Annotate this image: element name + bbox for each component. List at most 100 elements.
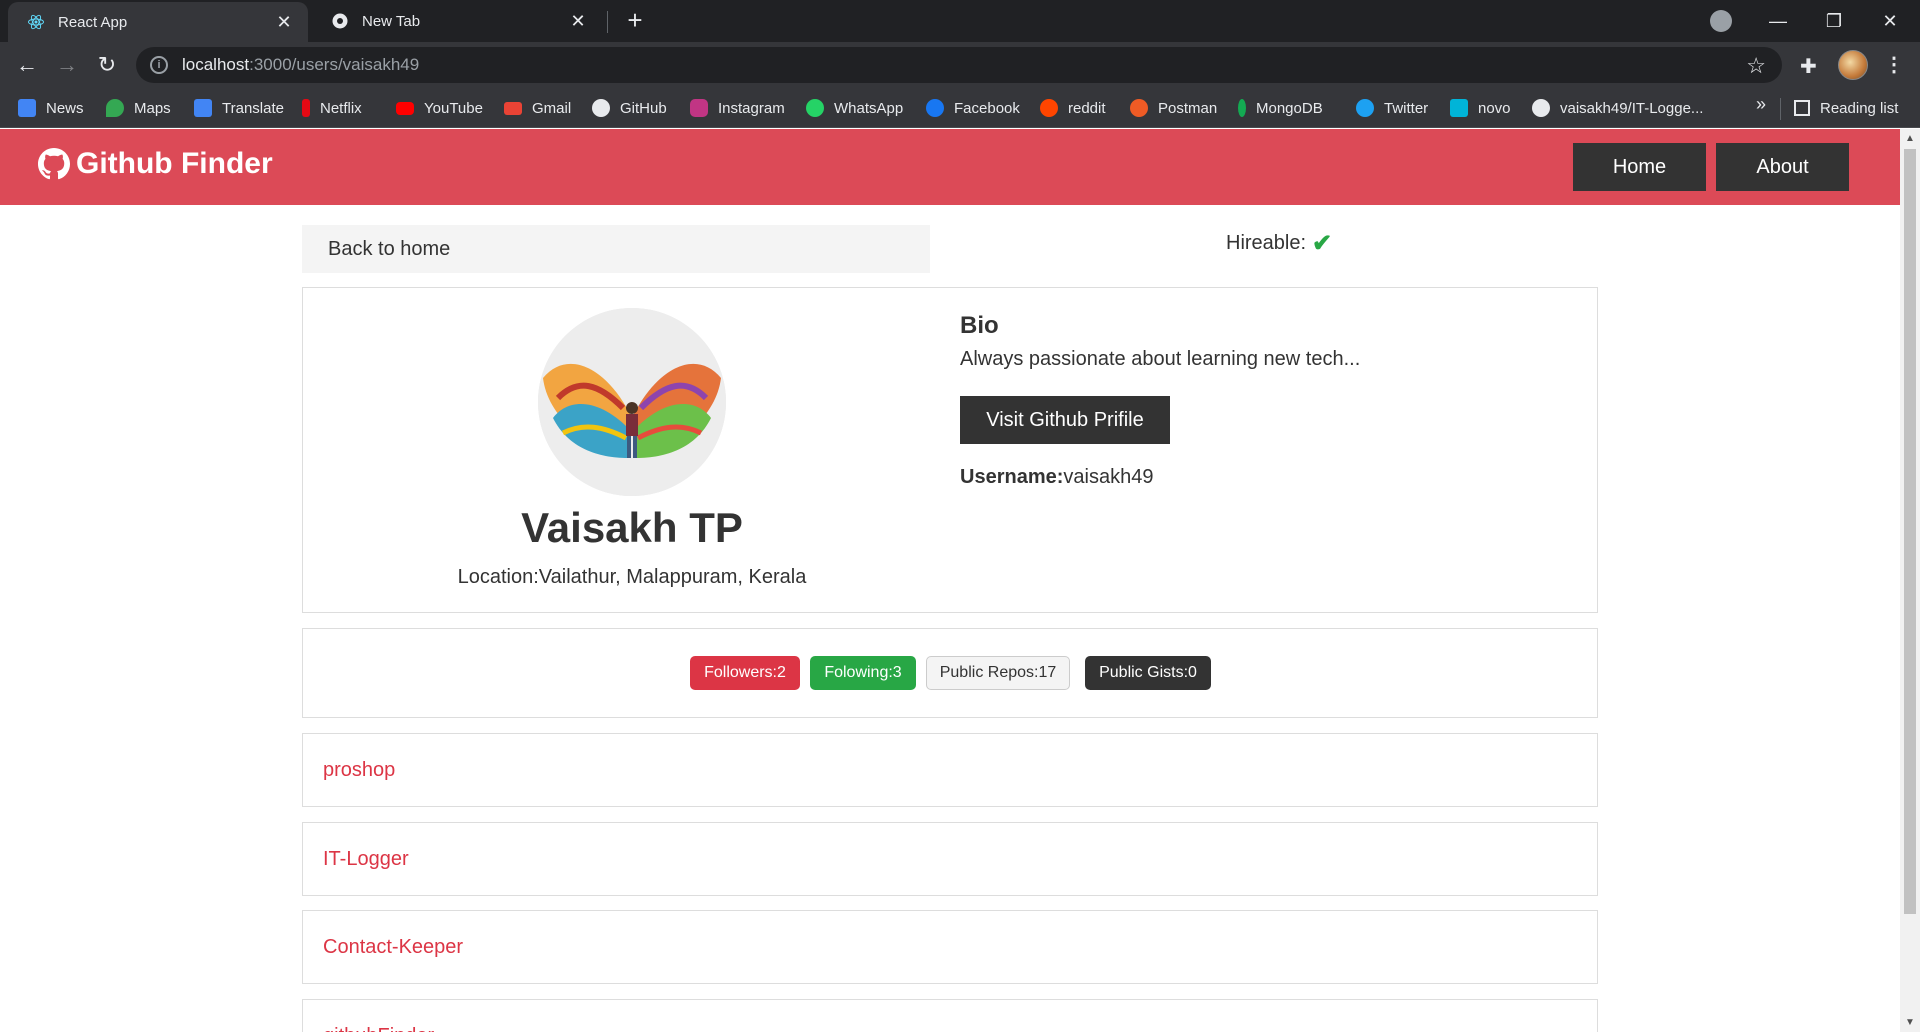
bookmark-label: vaisakh49/IT-Logge... [1560,99,1704,117]
user-location: Location:Vailathur, Malappuram, Kerala [457,566,807,588]
bookmark-postman[interactable]: Postman [1130,96,1217,120]
maps-icon [106,99,124,117]
reading-list-icon [1794,100,1810,116]
repo-item: githubFinder [302,999,1598,1032]
avatar-image [538,308,726,496]
bookmark-label: WhatsApp [834,99,904,117]
check-icon: ✔ [1312,230,1333,257]
visit-github-profile-button[interactable]: Visit Github Prifile [960,396,1170,444]
bookmark-label: novo [1478,99,1511,117]
hireable-label: Hireable: [1226,232,1307,254]
repo-item: Contact-Keeper [302,910,1598,984]
gmail-icon [504,101,522,115]
bookmark-news[interactable]: News [18,96,84,120]
bookmark-github[interactable]: GitHub [592,96,667,120]
url-path: :3000/users/vaisakh49 [249,55,420,74]
bookmark-netflix[interactable]: Netflix [302,96,362,120]
restore-icon[interactable]: ❐ [1806,0,1862,42]
repo-item: proshop [302,733,1598,807]
scrollbar-thumb[interactable] [1904,149,1916,914]
github-icon [1532,99,1550,117]
reading-list-button[interactable]: Reading list [1794,96,1898,120]
bio-text: Always passionate about learning new tec… [960,348,1361,370]
bookmark-label: Instagram [718,99,785,117]
bookmark-label: Gmail [532,99,572,117]
username-label: Username: [960,466,1064,488]
forward-arrow-icon[interactable]: → [52,50,82,80]
repo-link[interactable]: Contact-Keeper [323,936,463,959]
bookmark-star-icon[interactable]: ☆ [1746,53,1766,79]
github-icon [592,99,610,117]
scroll-down-arrow-icon[interactable]: ▼ [1905,1017,1915,1028]
facebook-icon [926,99,944,117]
hireable-status: Hireable: ✔ [1226,229,1332,258]
bookmark-gmail[interactable]: Gmail [504,96,571,120]
page-viewport: Github Finder Home About Back to home Hi… [0,129,1900,1032]
extensions-puzzle-icon[interactable]: ✚ [1800,54,1822,78]
new-tab-button[interactable]: + [622,7,648,34]
novo-icon [1450,99,1468,117]
bookmark-label: Netflix [320,99,362,117]
user-avatar [538,308,726,496]
bookmark-instagram[interactable]: Instagram [690,96,785,120]
brand[interactable]: Github Finder [38,147,273,181]
tab-new-tab[interactable]: New Tab ✕ [312,0,602,42]
bookmark-whatsapp[interactable]: WhatsApp [806,96,903,120]
bookmark-facebook[interactable]: Facebook [926,96,1020,120]
username-row: Username:vaisakh49 [960,466,1153,489]
nav-home-link[interactable]: Home [1573,143,1706,191]
info-icon[interactable]: i [150,56,168,74]
back-arrow-icon[interactable]: ← [12,50,42,80]
netflix-icon [302,99,310,117]
bio-heading: Bio [960,312,999,339]
bookmark-twitter[interactable]: Twitter [1356,96,1428,120]
bookmark-label: MongoDB [1256,99,1323,117]
news-icon [18,99,36,117]
following-badge: Folowing:3 [810,656,916,690]
reddit-icon [1040,99,1058,117]
profile-avatar[interactable] [1838,50,1868,80]
brand-title: Github Finder [76,147,273,180]
bookmark-translate[interactable]: Translate [194,96,284,120]
bookmark-label: Postman [1158,99,1218,117]
app-navbar: Github Finder Home About [0,129,1900,205]
bookmark-reddit[interactable]: reddit [1040,96,1106,120]
reading-list-label: Reading list [1820,99,1899,117]
bookmark-label: YouTube [424,99,483,117]
stats-card: Followers:2 Folowing:3 Public Repos:17 P… [302,628,1598,718]
back-to-home-button[interactable]: Back to home [302,225,930,273]
page-scrollbar[interactable]: ▲ ▼ [1900,129,1920,1032]
close-icon[interactable]: ✕ [568,11,588,31]
repo-link[interactable]: githubFinder [323,1025,434,1032]
bookmark-novo[interactable]: novo [1450,96,1511,120]
close-icon[interactable]: ✕ [274,12,294,32]
reload-icon[interactable]: ↻ [92,50,122,80]
bookmarks-divider [1780,98,1781,120]
more-bookmarks-button[interactable]: » [1756,94,1766,115]
bookmarks-bar: News Maps Translate Netflix YouTube Gmai… [0,88,1920,128]
bookmark-youtube[interactable]: YouTube [396,96,483,120]
tab-react-app[interactable]: React App ✕ [8,2,308,42]
bookmark-label: reddit [1068,99,1106,117]
mongodb-leaf-icon [1238,99,1246,117]
bookmark-mongodb[interactable]: MongoDB [1238,96,1323,120]
repo-link[interactable]: IT-Logger [323,848,409,871]
chrome-icon [330,11,350,31]
tab-search-icon[interactable] [1710,10,1732,32]
bookmark-it-logger[interactable]: vaisakh49/IT-Logge... [1532,96,1703,120]
user-name: Vaisakh TP [521,504,743,551]
repo-link[interactable]: proshop [323,759,395,782]
window-close-icon[interactable]: ✕ [1862,0,1918,42]
twitter-icon [1356,99,1374,117]
scroll-up-arrow-icon[interactable]: ▲ [1905,133,1915,144]
repo-item: IT-Logger [302,822,1598,896]
kebab-menu-icon[interactable]: ⋮ [1884,52,1904,77]
address-bar[interactable]: i localhost:3000/users/vaisakh49 ☆ [136,47,1782,83]
browser-toolbar: ← → ↻ i localhost:3000/users/vaisakh49 ☆… [0,42,1920,88]
minimize-icon[interactable]: — [1750,0,1806,42]
bookmark-maps[interactable]: Maps [106,96,171,120]
nav-about-link[interactable]: About [1716,143,1849,191]
followers-badge: Followers:2 [690,656,800,690]
bookmark-label: Twitter [1384,99,1429,117]
tab-title: React App [58,13,128,31]
